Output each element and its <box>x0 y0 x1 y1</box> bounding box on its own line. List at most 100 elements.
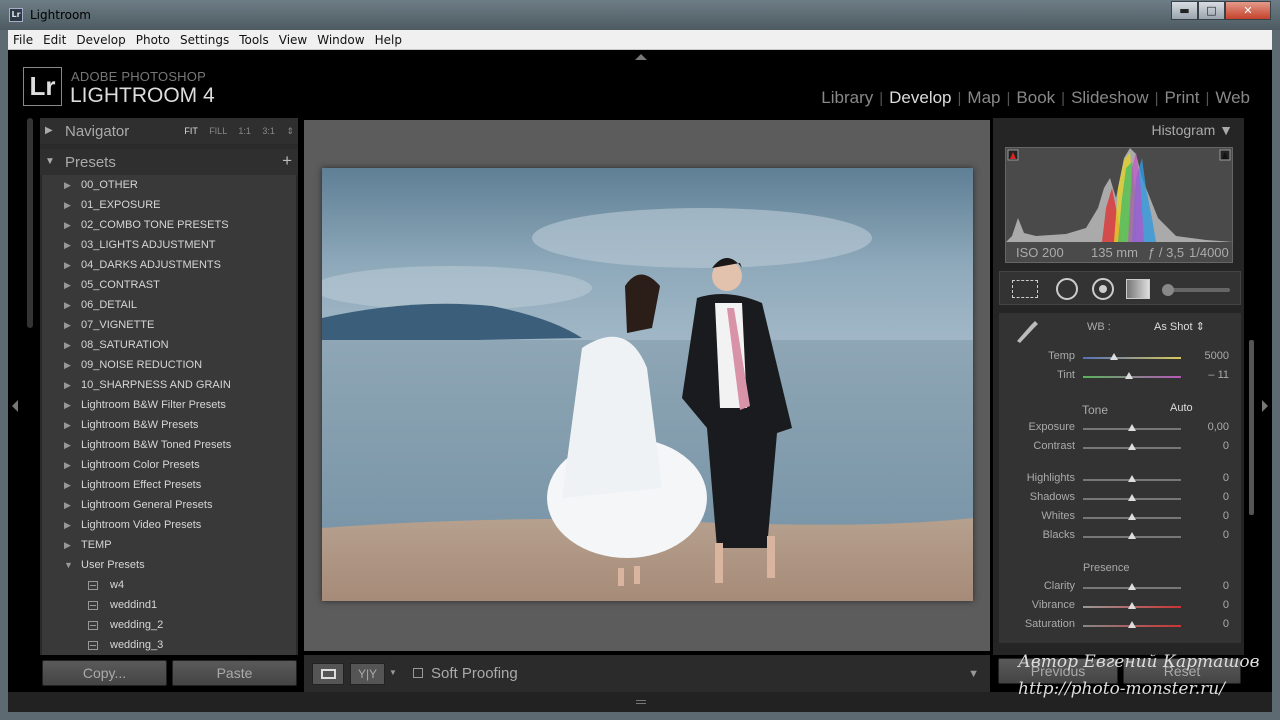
highlights-slider-thumb[interactable] <box>1128 475 1136 482</box>
menu-view[interactable]: View <box>274 30 312 48</box>
menu-develop[interactable]: Develop <box>71 30 130 48</box>
adjustment-brush-icon[interactable] <box>1162 284 1230 296</box>
preset-folder-label: 01_EXPOSURE <box>81 199 161 211</box>
whites-slider-thumb[interactable] <box>1128 513 1136 520</box>
menu-edit[interactable]: Edit <box>38 30 71 48</box>
contrast-value[interactable]: 0 <box>1223 440 1229 452</box>
preset-item[interactable]: wedding_2 <box>42 616 296 636</box>
whites-value[interactable]: 0 <box>1223 510 1229 522</box>
preset-folder[interactable]: ▶ 04_DARKS ADJUSTMENTS <box>42 256 296 276</box>
module-develop[interactable]: Develop <box>883 88 957 108</box>
shadows-slider-thumb[interactable] <box>1128 494 1136 501</box>
exposure-value[interactable]: 0,00 <box>1208 421 1229 433</box>
preset-folder[interactable]: ▶ 09_NOISE REDUCTION <box>42 356 296 376</box>
preset-item[interactable]: w4 <box>42 576 296 596</box>
blacks-value[interactable]: 0 <box>1223 529 1229 541</box>
soft-proofing-checkbox[interactable] <box>413 668 423 678</box>
temp-slider[interactable] <box>1083 357 1181 359</box>
minimize-button[interactable]: ▬ <box>1171 1 1198 20</box>
wedding-photo[interactable] <box>322 168 973 601</box>
preset-folder[interactable]: ▶ 10_SHARPNESS AND GRAIN <box>42 376 296 396</box>
module-map[interactable]: Map <box>961 88 1006 108</box>
presets-header[interactable]: ▼ Presets + <box>40 149 298 175</box>
menu-file[interactable]: File <box>8 30 38 48</box>
loupe-view-button[interactable] <box>312 663 344 685</box>
preset-item[interactable]: weddind1 <box>42 596 296 616</box>
preset-folder[interactable]: ▶ TEMP <box>42 536 296 556</box>
menu-settings[interactable]: Settings <box>175 30 234 48</box>
right-panel-scrollbar[interactable] <box>1249 340 1254 515</box>
graduated-filter-icon[interactable] <box>1126 279 1150 299</box>
left-panel-scrollbar[interactable] <box>27 118 33 328</box>
preset-folder[interactable]: ▶ 08_SATURATION <box>42 336 296 356</box>
shadows-value[interactable]: 0 <box>1223 491 1229 503</box>
saturation-value[interactable]: 0 <box>1223 618 1229 630</box>
paste-button[interactable]: Paste <box>172 660 297 686</box>
highlights-value[interactable]: 0 <box>1223 472 1229 484</box>
preset-folder[interactable]: ▶ 03_LIGHTS ADJUSTMENT <box>42 236 296 256</box>
auto-tone-button[interactable]: Auto <box>1170 402 1193 414</box>
before-after-button[interactable]: Y|Y <box>350 663 385 685</box>
preset-folder[interactable]: ▶ 05_CONTRAST <box>42 276 296 296</box>
red-eye-icon[interactable] <box>1092 278 1114 300</box>
close-button[interactable]: ✕ <box>1225 1 1271 20</box>
module-print[interactable]: Print <box>1158 88 1205 108</box>
zoom-fill[interactable]: FILL <box>209 126 227 136</box>
preset-folder[interactable]: ▶ Lightroom Effect Presets <box>42 476 296 496</box>
zoom-menu-icon[interactable]: ⇕ <box>286 126 294 136</box>
white-balance-picker-icon[interactable] <box>1013 319 1039 343</box>
temp-slider-thumb[interactable] <box>1110 353 1119 360</box>
vibrance-value[interactable]: 0 <box>1223 599 1229 611</box>
preset-folder[interactable]: ▶ Lightroom General Presets <box>42 496 296 516</box>
collapse-left-panel-icon[interactable] <box>12 400 18 412</box>
menu-help[interactable]: Help <box>370 30 407 48</box>
preset-folder-open[interactable]: ▼ User Presets <box>42 556 296 576</box>
zoom-1-1[interactable]: 1:1 <box>238 126 251 136</box>
temp-value[interactable]: 5000 <box>1205 350 1229 362</box>
zoom-3-1[interactable]: 3:1 <box>262 126 275 136</box>
preset-folder[interactable]: ▶ 02_COMBO TONE PRESETS <box>42 216 296 236</box>
wb-dropdown[interactable]: As Shot ⇕ <box>1154 320 1205 333</box>
preset-folder[interactable]: ▶ 01_EXPOSURE <box>42 196 296 216</box>
module-web[interactable]: Web <box>1209 88 1256 108</box>
preset-folder[interactable]: ▶ 06_DETAIL <box>42 296 296 316</box>
module-book[interactable]: Book <box>1010 88 1061 108</box>
tint-value[interactable]: – 11 <box>1208 369 1229 381</box>
menu-window[interactable]: Window <box>312 30 369 48</box>
saturation-slider-thumb[interactable] <box>1128 621 1136 628</box>
clarity-value[interactable]: 0 <box>1223 580 1229 592</box>
preset-folder[interactable]: ▶ 07_VIGNETTE <box>42 316 296 336</box>
histogram[interactable]: ISO 200 135 mm ƒ / 3,5 1/4000 <box>1005 147 1234 263</box>
copy-button[interactable]: Copy... <box>42 660 167 686</box>
preset-folder[interactable]: ▶ Lightroom B&W Filter Presets <box>42 396 296 416</box>
menu-photo[interactable]: Photo <box>131 30 175 48</box>
blacks-slider-thumb[interactable] <box>1128 532 1136 539</box>
filmstrip-grip-icon[interactable] <box>636 700 646 704</box>
clarity-slider-thumb[interactable] <box>1128 583 1136 590</box>
preset-folder[interactable]: ▶ 00_OTHER <box>42 176 296 196</box>
tint-slider-thumb[interactable] <box>1125 372 1134 379</box>
collapse-right-panel-icon[interactable] <box>1262 400 1268 412</box>
menu-tools[interactable]: Tools <box>234 30 274 48</box>
spot-removal-icon[interactable] <box>1056 278 1078 300</box>
preset-folder[interactable]: ▶ Lightroom B&W Toned Presets <box>42 436 296 456</box>
toolbar-menu-icon[interactable]: ▼ <box>968 668 979 680</box>
crop-tool-icon[interactable] <box>1012 280 1038 298</box>
histogram-title[interactable]: Histogram ▼ <box>1151 122 1233 138</box>
vibrance-slider-thumb[interactable] <box>1128 602 1136 609</box>
preset-folder[interactable]: ▶ Lightroom Video Presets <box>42 516 296 536</box>
exposure-slider-thumb[interactable] <box>1128 424 1136 431</box>
zoom-fit[interactable]: FIT <box>184 126 197 136</box>
preset-folder[interactable]: ▶ Lightroom Color Presets <box>42 456 296 476</box>
preset-folder[interactable]: ▶ Lightroom B&W Presets <box>42 416 296 436</box>
collapse-top-panel-icon[interactable] <box>635 54 647 60</box>
preset-item[interactable]: wedding_3 <box>42 636 296 655</box>
module-library[interactable]: Library <box>815 88 879 108</box>
navigator-header[interactable]: ▶ Navigator FIT FILL 1:1 3:1 ⇕ <box>40 118 298 144</box>
add-preset-icon[interactable]: + <box>282 151 292 171</box>
view-dropdown-icon[interactable]: ▼ <box>389 668 397 677</box>
contrast-slider-thumb[interactable] <box>1128 443 1136 450</box>
preset-folder-label: 06_DETAIL <box>81 299 138 311</box>
maximize-button[interactable]: □ <box>1198 1 1225 20</box>
module-slideshow[interactable]: Slideshow <box>1065 88 1155 108</box>
